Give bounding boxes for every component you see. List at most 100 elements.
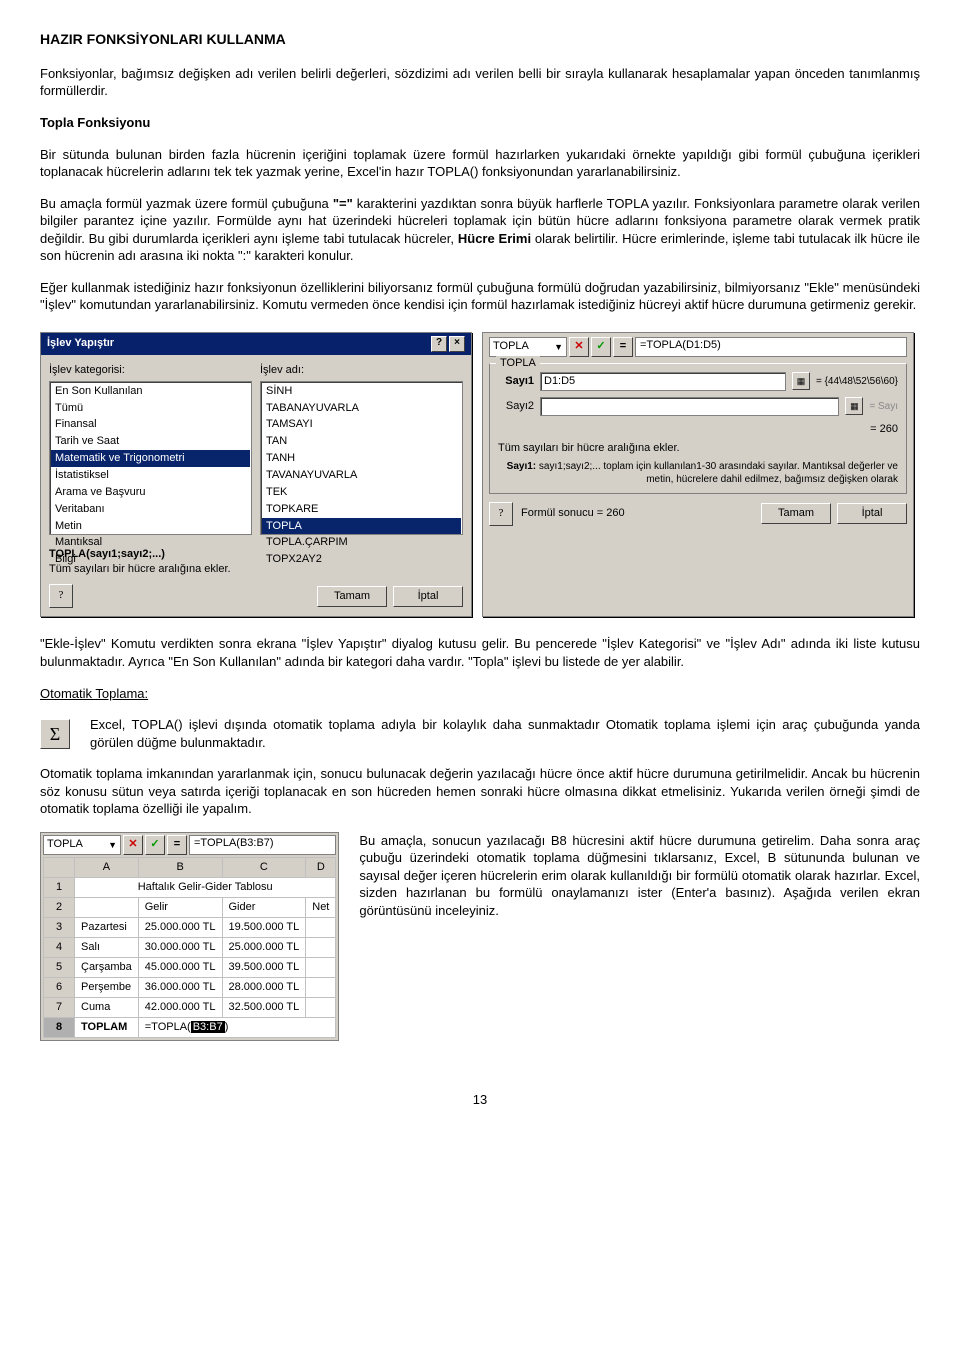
cell[interactable]: 39.500.000 TL bbox=[222, 957, 306, 977]
name-listbox[interactable]: SİNH TABANAYUVARLA TAMSAYI TAN TANH TAVA… bbox=[260, 381, 463, 535]
dialogs-container: İşlev Yapıştır ? × İşlev kategorisi: En … bbox=[40, 332, 920, 618]
hint-text: Sayı1: sayı1;sayı2;... toplam için kulla… bbox=[498, 456, 898, 487]
range-picker-icon[interactable]: ▦ bbox=[792, 372, 810, 390]
merged-title-cell[interactable]: Haftalık Gelir-Gider Tablosu bbox=[75, 877, 336, 897]
help-button[interactable]: ? bbox=[49, 584, 73, 608]
col-header[interactable]: A bbox=[75, 857, 139, 877]
arg1-input[interactable]: D1:D5 bbox=[540, 372, 786, 391]
cell[interactable] bbox=[75, 897, 139, 917]
arg2-input[interactable] bbox=[540, 397, 839, 416]
function-args-dialog: TOPLA ▼ ✕ ✓ = =TOPLA(D1:D5) TOPLA Sayı1 … bbox=[482, 332, 914, 618]
list-item[interactable]: TANH bbox=[262, 450, 461, 467]
cell[interactable]: Salı bbox=[75, 937, 139, 957]
row-header[interactable]: 7 bbox=[44, 997, 75, 1017]
equals-icon[interactable]: = bbox=[613, 337, 633, 357]
list-item[interactable]: TABANAYUVARLA bbox=[262, 400, 461, 417]
cancel-formula-icon[interactable]: ✕ bbox=[123, 835, 143, 855]
accept-formula-icon[interactable]: ✓ bbox=[145, 835, 165, 855]
cell[interactable] bbox=[306, 957, 336, 977]
list-item[interactable]: Metin bbox=[51, 518, 250, 535]
cell[interactable]: 45.000.000 TL bbox=[138, 957, 222, 977]
row-header[interactable]: 2 bbox=[44, 897, 75, 917]
close-titlebar-button[interactable]: × bbox=[449, 336, 465, 352]
oto-row: Σ Excel, TOPLA() işlevi dışında otomatik… bbox=[40, 716, 920, 751]
cancel-formula-icon[interactable]: ✕ bbox=[569, 337, 589, 357]
ok-button[interactable]: Tamam bbox=[317, 586, 387, 607]
cell[interactable]: 28.000.000 TL bbox=[222, 977, 306, 997]
col-header[interactable]: B bbox=[138, 857, 222, 877]
list-item[interactable]: TAMSAYI bbox=[262, 416, 461, 433]
dialog-titlebar: İşlev Yapıştır ? × bbox=[41, 333, 471, 355]
arg1-label: Sayı1 bbox=[498, 374, 534, 389]
cell[interactable]: Pazartesi bbox=[75, 917, 139, 937]
list-item-selected[interactable]: Matematik ve Trigonometri bbox=[51, 450, 250, 467]
list-item[interactable]: Veritabanı bbox=[51, 501, 250, 518]
function-combo[interactable]: TOPLA ▼ bbox=[489, 337, 567, 357]
accept-formula-icon[interactable]: ✓ bbox=[591, 337, 611, 357]
list-item[interactable]: Arama ve Başvuru bbox=[51, 484, 250, 501]
chevron-down-icon: ▼ bbox=[554, 341, 563, 353]
cell[interactable]: Çarşamba bbox=[75, 957, 139, 977]
topla-paragraph-1: Bir sütunda bulunan birden fazla hücreni… bbox=[40, 146, 920, 181]
cell[interactable] bbox=[306, 937, 336, 957]
text: Hücre Erimi bbox=[458, 231, 531, 246]
equals-icon[interactable]: = bbox=[167, 835, 187, 855]
cell[interactable]: 36.000.000 TL bbox=[138, 977, 222, 997]
list-item[interactable]: TOPLA.ÇARPIM bbox=[262, 534, 461, 551]
row-header[interactable]: 3 bbox=[44, 917, 75, 937]
autosum-button[interactable]: Σ bbox=[40, 719, 70, 749]
cell[interactable]: 30.000.000 TL bbox=[138, 937, 222, 957]
cell[interactable]: Net bbox=[306, 897, 336, 917]
cell[interactable] bbox=[306, 997, 336, 1017]
cell[interactable] bbox=[306, 917, 336, 937]
list-item[interactable]: Tarih ve Saat bbox=[51, 433, 250, 450]
row-header[interactable]: 4 bbox=[44, 937, 75, 957]
formula-input[interactable]: =TOPLA(D1:D5) bbox=[635, 337, 907, 357]
list-item[interactable]: TAVANAYUVARLA bbox=[262, 467, 461, 484]
cell[interactable]: 25.000.000 TL bbox=[222, 937, 306, 957]
list-item[interactable]: TEK bbox=[262, 484, 461, 501]
help-button[interactable]: ? bbox=[489, 502, 513, 526]
col-header[interactable]: D bbox=[306, 857, 336, 877]
args-group: TOPLA Sayı1 D1:D5 ▦ = {44\48\52\56\60} S… bbox=[489, 363, 907, 494]
list-item-selected[interactable]: TOPLA bbox=[262, 518, 461, 535]
name-label: İşlev adı: bbox=[260, 363, 463, 378]
help-titlebar-button[interactable]: ? bbox=[431, 336, 447, 352]
combo-value: TOPLA bbox=[493, 339, 529, 354]
row-header[interactable]: 6 bbox=[44, 977, 75, 997]
cell[interactable]: Gelir bbox=[138, 897, 222, 917]
corner-cell[interactable] bbox=[44, 857, 75, 877]
row-header-active[interactable]: 8 bbox=[44, 1017, 75, 1037]
cell[interactable]: Cuma bbox=[75, 997, 139, 1017]
list-item[interactable]: TOPKARE bbox=[262, 501, 461, 518]
list-item[interactable]: İstatistiksel bbox=[51, 467, 250, 484]
sheet-combo[interactable]: TOPLA ▼ bbox=[43, 835, 121, 855]
row-header[interactable]: 5 bbox=[44, 957, 75, 977]
cancel-button[interactable]: İptal bbox=[837, 503, 907, 524]
list-item[interactable]: TAN bbox=[262, 433, 461, 450]
list-item[interactable]: Finansal bbox=[51, 416, 250, 433]
list-item[interactable]: SİNH bbox=[262, 383, 461, 400]
col-header[interactable]: C bbox=[222, 857, 306, 877]
cell[interactable]: 32.500.000 TL bbox=[222, 997, 306, 1017]
cell[interactable]: Gider bbox=[222, 897, 306, 917]
list-item[interactable]: Tümü bbox=[51, 400, 250, 417]
selected-range: B3:B7 bbox=[191, 1021, 225, 1033]
cancel-button[interactable]: İptal bbox=[393, 586, 463, 607]
arg1-result: = {44\48\52\56\60} bbox=[816, 375, 898, 389]
sheet-formula-input[interactable]: =TOPLA(B3:B7) bbox=[189, 835, 336, 855]
cell[interactable] bbox=[306, 977, 336, 997]
row-header[interactable]: 1 bbox=[44, 877, 75, 897]
cell[interactable]: TOPLAM bbox=[75, 1017, 139, 1037]
ok-button[interactable]: Tamam bbox=[761, 503, 831, 524]
cell[interactable]: 25.000.000 TL bbox=[138, 917, 222, 937]
list-item[interactable]: En Son Kullanılan bbox=[51, 383, 250, 400]
formula-result: Formül sonucu = 260 bbox=[521, 506, 625, 521]
category-listbox[interactable]: En Son Kullanılan Tümü Finansal Tarih ve… bbox=[49, 381, 252, 535]
cell[interactable]: Perşembe bbox=[75, 977, 139, 997]
cell[interactable]: 19.500.000 TL bbox=[222, 917, 306, 937]
active-formula-cell[interactable]: =TOPLA(B3:B7) bbox=[138, 1017, 336, 1037]
list-item[interactable]: TOPX2AY2 bbox=[262, 551, 461, 568]
cell[interactable]: 42.000.000 TL bbox=[138, 997, 222, 1017]
range-picker-icon[interactable]: ▦ bbox=[845, 397, 863, 415]
